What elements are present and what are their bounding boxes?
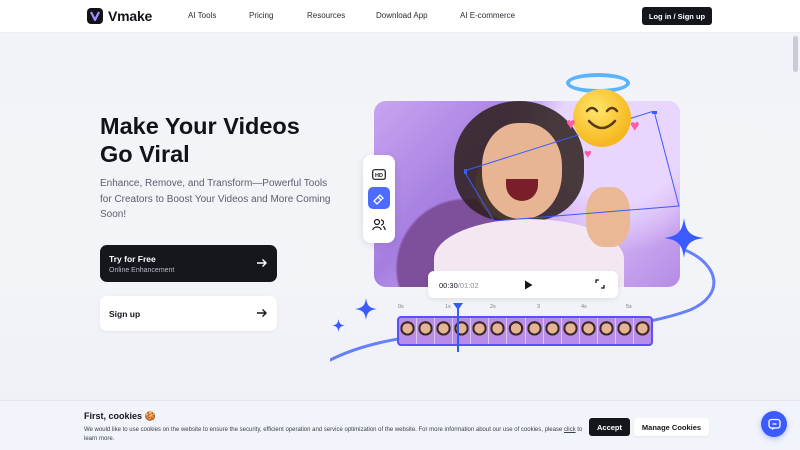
smiling-emoji-icon (573, 89, 631, 147)
brand-name: Vmake (108, 8, 153, 24)
page-scrollbar[interactable] (793, 36, 798, 72)
login-signup-button[interactable]: Log in / Sign up (642, 7, 712, 25)
tick-label: 4s (581, 304, 587, 310)
try-for-free-label: Try for Free (109, 254, 156, 264)
film-frame (615, 318, 635, 344)
cookie-banner: First, cookies 🍪 We would like to use co… (0, 400, 800, 450)
cookie-text-main: We would like to use cookies on the webs… (84, 427, 564, 433)
nav-resources[interactable]: Resources (307, 11, 345, 20)
film-frame (453, 318, 472, 344)
hero-headline: Make Your Videos Go Viral (100, 112, 360, 168)
heart-icon: ♥ (584, 146, 592, 161)
timeline-ruler: 0s 1s 2s 3 4s 5s (397, 304, 653, 314)
nav-ai-tools[interactable]: AI Tools (188, 11, 216, 20)
accept-cookies-button[interactable]: Accept (589, 418, 630, 436)
film-frame (435, 318, 454, 344)
nav-pricing[interactable]: Pricing (249, 11, 273, 20)
online-enhancement-label: Online Enhancement (109, 267, 175, 274)
tick-label: 3 (537, 304, 541, 310)
hero-subtext: Enhance, Remove, and Transform—Powerful … (100, 178, 331, 220)
film-frame (525, 318, 544, 344)
film-frame (579, 318, 598, 344)
cookie-learn-more-link[interactable]: click (564, 427, 576, 433)
hd-icon: HD (372, 168, 386, 180)
nav-download-app[interactable]: Download App (376, 11, 428, 20)
heart-icon: ♥ (630, 118, 640, 135)
video-timeline-filmstrip[interactable] (397, 316, 653, 346)
people-icon (372, 218, 386, 230)
tick-label: 0s (398, 304, 404, 310)
sign-up-button[interactable]: Sign up (100, 296, 277, 331)
film-frame (561, 318, 580, 344)
film-frame (471, 318, 490, 344)
film-frame (417, 318, 436, 344)
current-time: 00:30 (439, 281, 458, 290)
timeline-playhead[interactable] (457, 306, 459, 352)
chat-icon (767, 418, 781, 430)
editing-tool-panel: HD (363, 155, 395, 243)
tick-label: 1s (445, 304, 451, 310)
playhead-handle[interactable] (453, 303, 463, 310)
manage-cookies-button[interactable]: Manage Cookies (634, 418, 709, 436)
tick-label: 2s (490, 304, 496, 310)
film-frame (507, 318, 526, 344)
cookie-description: We would like to use cookies on the webs… (84, 426, 584, 444)
tick-label: 5s (626, 304, 632, 310)
sparkle-icon (332, 319, 345, 332)
people-tool-button[interactable] (368, 213, 390, 235)
sparkle-icon (355, 298, 377, 320)
top-nav-bar: Vmake AI Tools Pricing Resources Downloa… (0, 0, 800, 33)
film-frame (634, 318, 651, 344)
arrow-right-icon (257, 259, 267, 267)
try-for-free-button[interactable]: Try for Free Online Enhancement (100, 245, 277, 282)
nav-ai-ecommerce[interactable]: AI E-commerce (460, 11, 515, 20)
sparkle-icon (664, 218, 704, 258)
headline-line-2: Go Viral (100, 141, 190, 167)
hd-tool-button[interactable]: HD (368, 163, 390, 185)
eraser-icon (372, 193, 384, 205)
film-frame (597, 318, 616, 344)
cookie-title: First, cookies 🍪 (84, 411, 156, 421)
heart-icon: ♥ (566, 116, 576, 133)
eraser-tool-button[interactable] (368, 187, 390, 209)
film-frame (399, 318, 418, 344)
headline-line-1: Make Your Videos (100, 113, 300, 139)
vmake-logo-icon (87, 8, 103, 24)
fullscreen-icon[interactable] (595, 279, 605, 289)
arrow-right-icon (257, 309, 267, 317)
playback-time: 00:30/01:02 (439, 281, 479, 290)
total-time: /01:02 (457, 281, 479, 290)
play-icon[interactable] (524, 280, 533, 290)
film-frame (489, 318, 508, 344)
film-frame (543, 318, 562, 344)
sign-up-label: Sign up (109, 309, 141, 319)
chat-support-button[interactable] (761, 411, 787, 437)
svg-text:HD: HD (375, 173, 383, 179)
video-player-controls: 00:30/01:02 (428, 271, 618, 298)
brand-logo[interactable]: Vmake (87, 8, 152, 24)
